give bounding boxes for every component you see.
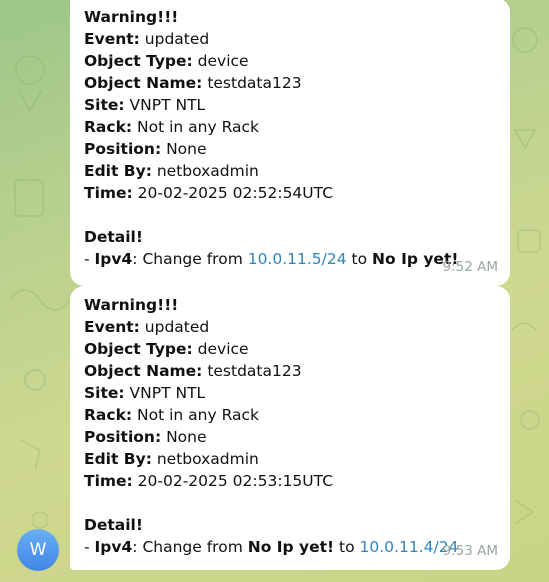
event-value: updated bbox=[139, 318, 210, 336]
edit-by-label: Edit By: bbox=[84, 162, 152, 180]
message-line: Rack: Not in any Rack bbox=[84, 116, 496, 138]
object-name-value: testdata123 bbox=[202, 362, 302, 380]
ipv4-label: Ipv4 bbox=[94, 538, 133, 556]
avatar[interactable]: W bbox=[17, 529, 59, 571]
object-type-value: device bbox=[192, 340, 249, 358]
message-line: Warning!!! bbox=[84, 6, 496, 28]
position-value: None bbox=[161, 140, 207, 158]
message-bubble[interactable]: Warning!!! Event: updated Object Type: d… bbox=[70, 286, 510, 570]
warning-heading: Warning!!! bbox=[84, 296, 179, 314]
ipv4-prefix: - bbox=[84, 538, 95, 556]
message-line: Time: 20-02-2025 02:53:15UTC bbox=[84, 470, 496, 492]
time-value: 20-02-2025 02:53:15UTC bbox=[132, 472, 334, 490]
site-value: VNPT NTL bbox=[124, 96, 206, 114]
object-name-label: Object Name: bbox=[84, 362, 203, 380]
message-line: Object Name: testdata123 bbox=[84, 360, 496, 382]
position-value: None bbox=[161, 428, 207, 446]
message-line: Time: 20-02-2025 02:52:54UTC bbox=[84, 182, 496, 204]
detail-label: Detail! bbox=[84, 516, 143, 534]
message-line: Rack: Not in any Rack bbox=[84, 404, 496, 426]
position-label: Position: bbox=[84, 428, 162, 446]
message-timestamp: 9:52 AM bbox=[442, 259, 499, 275]
time-value: 20-02-2025 02:52:54UTC bbox=[132, 184, 334, 202]
event-label: Event: bbox=[84, 30, 140, 48]
time-label: Time: bbox=[84, 184, 133, 202]
warning-heading: Warning!!! bbox=[84, 8, 179, 26]
message-line: Object Name: testdata123 bbox=[84, 72, 496, 94]
message-line: Event: updated bbox=[84, 316, 496, 338]
message-line: Edit By: netboxadmin bbox=[84, 160, 496, 182]
site-value: VNPT NTL bbox=[124, 384, 206, 402]
message-line: - Ipv4: Change from 10.0.11.5/24 to No I… bbox=[84, 248, 496, 270]
message-line: Position: None bbox=[84, 138, 496, 160]
object-name-value: testdata123 bbox=[202, 74, 302, 92]
to-text: to bbox=[334, 538, 360, 556]
rack-label: Rack: bbox=[84, 118, 133, 136]
from-value: No Ip yet! bbox=[247, 538, 335, 556]
message-timestamp: 9:53 AM bbox=[442, 543, 499, 559]
event-value: updated bbox=[139, 30, 210, 48]
message-line: Event: updated bbox=[84, 28, 496, 50]
object-type-label: Object Type: bbox=[84, 52, 193, 70]
edit-by-label: Edit By: bbox=[84, 450, 152, 468]
message-line: Warning!!! bbox=[84, 294, 496, 316]
edit-by-value: netboxadmin bbox=[151, 162, 259, 180]
rack-value: Not in any Rack bbox=[132, 118, 260, 136]
message-line: Edit By: netboxadmin bbox=[84, 448, 496, 470]
message-line: Detail! bbox=[84, 226, 496, 248]
site-label: Site: bbox=[84, 384, 125, 402]
position-label: Position: bbox=[84, 140, 162, 158]
to-text: to bbox=[346, 250, 373, 268]
message-line: - Ipv4: Change from No Ip yet! to 10.0.1… bbox=[84, 536, 496, 558]
message-line: Detail! bbox=[84, 514, 496, 536]
message-line: Site: VNPT NTL bbox=[84, 94, 496, 116]
rack-label: Rack: bbox=[84, 406, 133, 424]
object-type-label: Object Type: bbox=[84, 340, 193, 358]
detail-label: Detail! bbox=[84, 228, 143, 246]
message-line: Object Type: device bbox=[84, 338, 496, 360]
ip-link[interactable]: 10.0.11.5/24 bbox=[248, 250, 347, 268]
message-line: Site: VNPT NTL bbox=[84, 382, 496, 404]
object-type-value: device bbox=[192, 52, 249, 70]
change-from-text: : Change from bbox=[132, 538, 248, 556]
message-line: Object Type: device bbox=[84, 50, 496, 72]
site-label: Site: bbox=[84, 96, 125, 114]
event-label: Event: bbox=[84, 318, 140, 336]
ipv4-prefix: - bbox=[84, 250, 95, 268]
time-label: Time: bbox=[84, 472, 133, 490]
message-line: Position: None bbox=[84, 426, 496, 448]
avatar-initial: W bbox=[29, 540, 47, 560]
ipv4-label: Ipv4 bbox=[94, 250, 133, 268]
rack-value: Not in any Rack bbox=[132, 406, 260, 424]
message-bubble[interactable]: Warning!!! Event: updated Object Type: d… bbox=[70, 0, 510, 286]
object-name-label: Object Name: bbox=[84, 74, 203, 92]
change-from-text: : Change from bbox=[132, 250, 248, 268]
edit-by-value: netboxadmin bbox=[151, 450, 259, 468]
